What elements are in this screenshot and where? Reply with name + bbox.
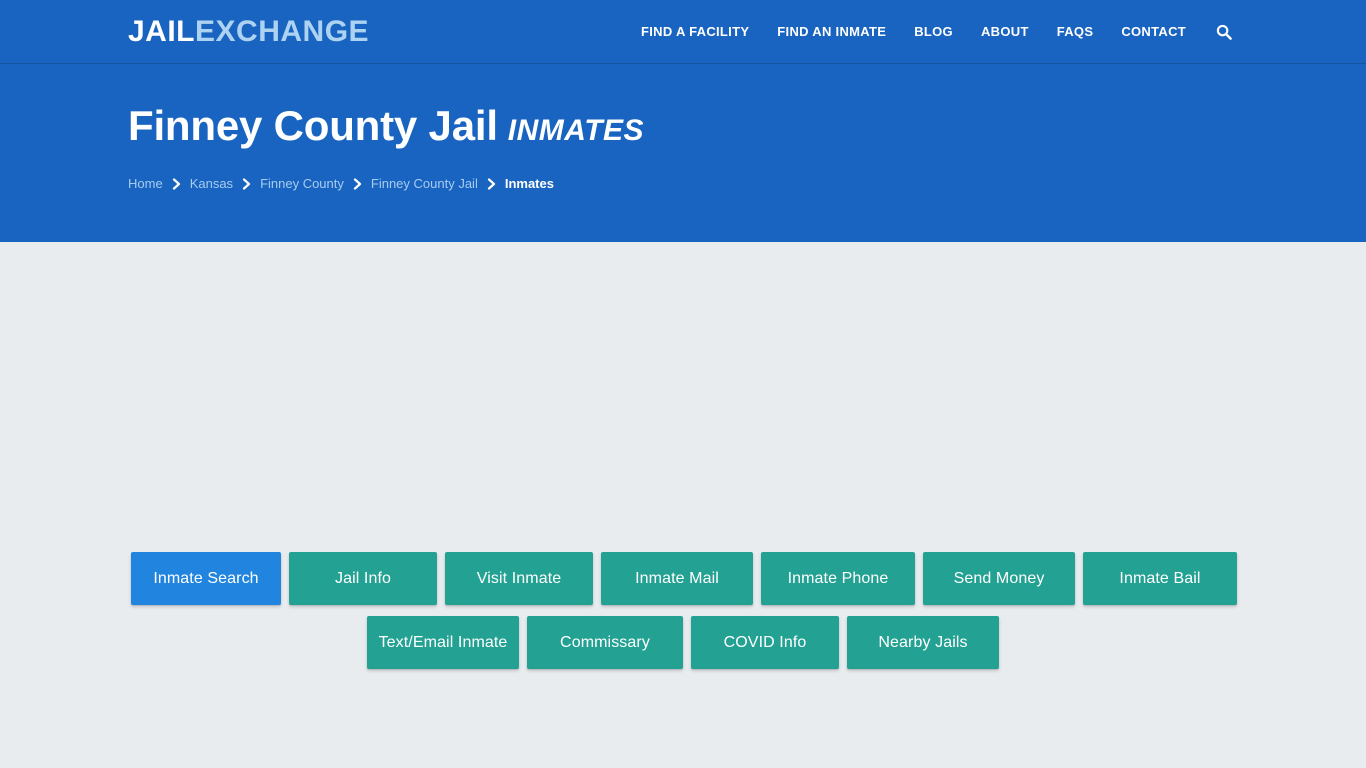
chevron-right-icon — [353, 178, 362, 190]
chevron-right-icon — [172, 178, 181, 190]
logo-text-secondary: EXCHANGE — [195, 14, 370, 48]
page-header: Finney County Jail INMATES Home Kansas Fi… — [0, 64, 1366, 242]
tab-jail-info[interactable]: Jail Info — [289, 552, 437, 605]
tab-nearby-jails[interactable]: Nearby Jails — [847, 616, 999, 669]
page-title: Finney County Jail INMATES — [128, 102, 1366, 150]
logo-text-primary: JAIL — [128, 14, 196, 48]
tab-commissary[interactable]: Commissary — [527, 616, 683, 669]
main-menu: FIND A FACILITY FIND AN INMATE BLOG ABOU… — [627, 0, 1238, 64]
page-title-suffix: INMATES — [507, 114, 645, 147]
breadcrumb-item-finney-county-jail[interactable]: Finney County Jail — [371, 176, 478, 191]
tab-inmate-bail[interactable]: Inmate Bail — [1083, 552, 1237, 605]
site-logo[interactable]: JAILEXCHANGE — [128, 14, 370, 48]
main-content: Inmate Search Jail Info Visit Inmate Inm… — [0, 242, 1366, 768]
breadcrumb-item-kansas[interactable]: Kansas — [190, 176, 233, 191]
page-title-main: Finney County Jail — [128, 102, 498, 149]
facility-section-tabs: Inmate Search Jail Info Visit Inmate Inm… — [0, 542, 1366, 669]
tab-inmate-search[interactable]: Inmate Search — [131, 552, 281, 605]
tab-covid-info[interactable]: COVID Info — [691, 616, 839, 669]
nav-find-an-inmate[interactable]: FIND AN INMATE — [763, 0, 900, 64]
breadcrumb-item-inmates: Inmates — [504, 176, 554, 192]
tab-inmate-phone[interactable]: Inmate Phone — [761, 552, 915, 605]
search-icon[interactable] — [1200, 24, 1238, 40]
breadcrumb: Home Kansas Finney County Finney County … — [128, 176, 1366, 191]
facility-tabs-row-2: Text/Email Inmate Commissary COVID Info … — [0, 616, 1366, 669]
nav-blog[interactable]: BLOG — [900, 0, 967, 64]
tab-inmate-mail[interactable]: Inmate Mail — [601, 552, 753, 605]
tab-visit-inmate[interactable]: Visit Inmate — [445, 552, 593, 605]
content-blank-area — [0, 242, 1366, 542]
chevron-right-icon — [487, 178, 496, 190]
nav-contact[interactable]: CONTACT — [1107, 0, 1200, 64]
facility-tabs-row-1: Inmate Search Jail Info Visit Inmate Inm… — [0, 552, 1366, 605]
breadcrumb-item-finney-county[interactable]: Finney County — [260, 176, 344, 191]
chevron-right-icon — [242, 178, 251, 190]
tab-text-email-inmate[interactable]: Text/Email Inmate — [367, 616, 519, 669]
nav-find-a-facility[interactable]: FIND A FACILITY — [627, 0, 763, 64]
top-navigation-bar: JAILEXCHANGE FIND A FACILITY FIND AN INM… — [0, 0, 1366, 64]
nav-about[interactable]: ABOUT — [967, 0, 1043, 64]
nav-faqs[interactable]: FAQs — [1043, 0, 1108, 64]
breadcrumb-item-home[interactable]: Home — [128, 176, 163, 191]
tab-send-money[interactable]: Send Money — [923, 552, 1075, 605]
